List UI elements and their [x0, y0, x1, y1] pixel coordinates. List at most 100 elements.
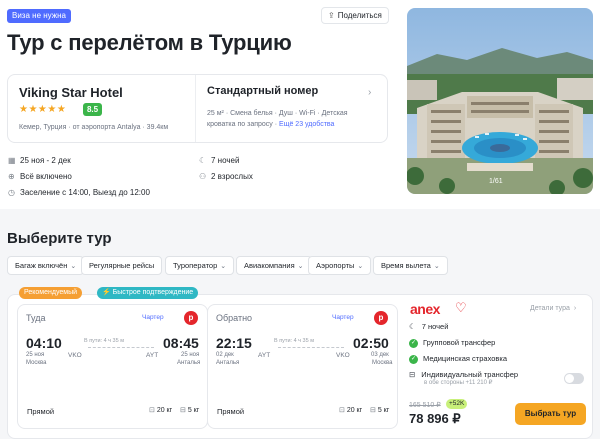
departure-time: 04:10 [26, 335, 62, 351]
chevron-down-icon: ⌄ [433, 263, 440, 270]
medical-insurance: ✓ Медицинская страховка [409, 354, 507, 364]
share-button[interactable]: ⇪ Поделиться [321, 7, 389, 24]
flight-route-line [278, 347, 344, 348]
page-title: Тур с перелётом в Турцию [7, 30, 292, 55]
arrival-time: 02:50 [353, 335, 389, 351]
people-icon: ⚇ [199, 172, 207, 181]
hotel-location: Кемер, Турция · от аэропорта Antalya · 3… [19, 124, 169, 131]
filter-airports[interactable]: Аэропорты ⌄ [308, 256, 372, 275]
trip-dates: ▦ 25 ноя - 2 дек [8, 156, 71, 165]
departure-date: 25 ноя [26, 352, 45, 358]
flight-type: Прямой [27, 407, 55, 416]
meal-icon: ⊕ [8, 172, 15, 181]
hand-luggage-icon: ⊟ [370, 407, 376, 414]
photo-counter: 1/61 [489, 178, 503, 185]
chevron-down-icon: ⌄ [220, 263, 227, 270]
trip-meals: ⊕ Всё включено [8, 172, 72, 181]
baggage-icon: ⊡ [339, 407, 345, 414]
car-icon: ⊟ [409, 370, 416, 379]
flight-route-line [88, 347, 154, 348]
tour-details-link[interactable]: Детали тура › [530, 305, 576, 312]
fast-confirm-tag: ⚡ Быстрое подтверждение [97, 287, 199, 299]
departure-time: 22:15 [216, 335, 252, 351]
individual-transfer: ⊟ Индивидуальный трансфер [409, 370, 518, 379]
hand-luggage-weight: 5 кг [187, 407, 200, 414]
chevron-down-icon: ⌄ [297, 263, 304, 270]
select-tour-button[interactable]: Выбрать тур [515, 403, 586, 425]
trip-guests-text: 2 взрослых [211, 172, 253, 181]
baggage-weight: 20 кг [156, 407, 173, 414]
hotel-photo[interactable] [407, 8, 593, 194]
more-amenities-link[interactable]: Ещё 23 удобства [279, 121, 334, 128]
room-description: 25 м² · Смена белья · Душ · Wi-Fi · Детс… [207, 108, 373, 130]
charter-label: Чартер [142, 314, 164, 321]
hand-luggage-icon: ⊟ [180, 407, 186, 414]
medical-insurance-text: Медицинская страховка [423, 354, 508, 363]
flight-type: Прямой [217, 407, 245, 416]
clock-icon: ◷ [8, 188, 15, 197]
trip-nights: ☾ 7 ночей [199, 156, 239, 165]
baggage-allowance: ⊡ 20 кг [149, 406, 172, 414]
moon-icon: ☾ [409, 322, 416, 331]
hand-luggage-weight: 5 кг [377, 407, 390, 414]
tour-details-label: Детали тура [530, 305, 570, 312]
trip-checkin: ◷ Заселение с 14:00, Выезд до 12:00 [8, 188, 150, 197]
favorite-heart-icon[interactable]: ♡ [455, 300, 467, 316]
outbound-flight[interactable]: Туда Чартер p 04:10 25 ноя Москва В пути… [17, 304, 208, 429]
filter-departure-time[interactable]: Время вылета ⌄ [373, 256, 448, 275]
operator-logo: anex [410, 301, 440, 317]
chevron-right-icon: › [573, 305, 577, 312]
hotel-info[interactable]: Viking Star Hotel ★★★★★ 8.5 Кемер, Турци… [8, 75, 196, 142]
individual-transfer-toggle[interactable] [564, 373, 584, 384]
chevron-down-icon: ⌄ [70, 263, 77, 270]
departure-city: Москва [26, 360, 47, 366]
trip-dates-text: 25 ноя - 2 дек [20, 156, 71, 165]
return-label: Обратно [216, 313, 253, 323]
trip-nights-text: 7 ночей [211, 156, 240, 165]
chevron-right-icon[interactable]: › [368, 87, 371, 98]
baggage-allowance: ⊡ 20 кг [339, 406, 362, 414]
arrival-airport-code: VKO [336, 352, 350, 359]
baggage-icon: ⊡ [149, 407, 155, 414]
individual-transfer-text: Индивидуальный трансфер [421, 370, 519, 379]
room-title[interactable]: Стандартный номер [207, 85, 318, 97]
departure-city: Анталья [216, 360, 240, 366]
arrival-date: 03 дек [371, 352, 389, 358]
hand-luggage-allowance: ⊟ 5 кг [370, 406, 389, 414]
moon-icon: ☾ [199, 156, 207, 165]
departure-date: 02 дек [216, 352, 234, 358]
arrival-city: Анталья [177, 360, 201, 366]
filter-operator[interactable]: Туроператор ⌄ [165, 256, 235, 275]
outbound-label: Туда [26, 313, 46, 323]
filter-baggage[interactable]: Багаж включён ⌄ [7, 256, 85, 275]
filter-airline-label: Авиакомпания [244, 261, 295, 270]
hotel-card[interactable]: Viking Star Hotel ★★★★★ 8.5 Кемер, Турци… [7, 74, 388, 143]
tour-price: 78 896 ₽ [409, 411, 461, 426]
trip-meals-text: Всё включено [20, 172, 72, 181]
charter-label: Чартер [332, 314, 354, 321]
share-label: Поделиться [337, 11, 382, 20]
flight-duration: В пути: 4 ч 35 м [84, 338, 124, 344]
offer-nights-text: 7 ночей [421, 322, 449, 331]
departure-airport-code: VKO [68, 352, 82, 359]
filter-operator-label: Туроператор [173, 261, 218, 270]
hand-luggage-allowance: ⊟ 5 кг [180, 406, 199, 414]
pegasus-icon: p [374, 311, 388, 325]
filter-baggage-label: Багаж включён [15, 261, 68, 270]
visa-badge: Виза не нужна [7, 9, 71, 23]
group-transfer-text: Групповой трансфер [423, 338, 496, 347]
hotel-name[interactable]: Viking Star Hotel [19, 85, 123, 100]
arrival-airport-code: AYT [146, 352, 159, 359]
pegasus-icon: p [184, 311, 198, 325]
hotel-stars: ★★★★★ [19, 104, 67, 115]
filter-airline[interactable]: Авиакомпания ⌄ [236, 256, 312, 275]
baggage-weight: 20 кг [346, 407, 363, 414]
filter-regular-flights[interactable]: Регулярные рейсы [81, 256, 163, 275]
trip-checkin-text: Заселение с 14:00, Выезд до 12:00 [20, 188, 150, 197]
arrival-date: 25 ноя [181, 352, 200, 358]
cashback-badge: +52K [446, 399, 468, 409]
return-flight[interactable]: Обратно Чартер p 22:15 02 дек Анталья В … [207, 304, 398, 429]
filter-airports-label: Аэропорты [316, 261, 355, 270]
hotel-photo-image [407, 8, 593, 194]
filter-departure-time-label: Время вылета [381, 261, 431, 270]
